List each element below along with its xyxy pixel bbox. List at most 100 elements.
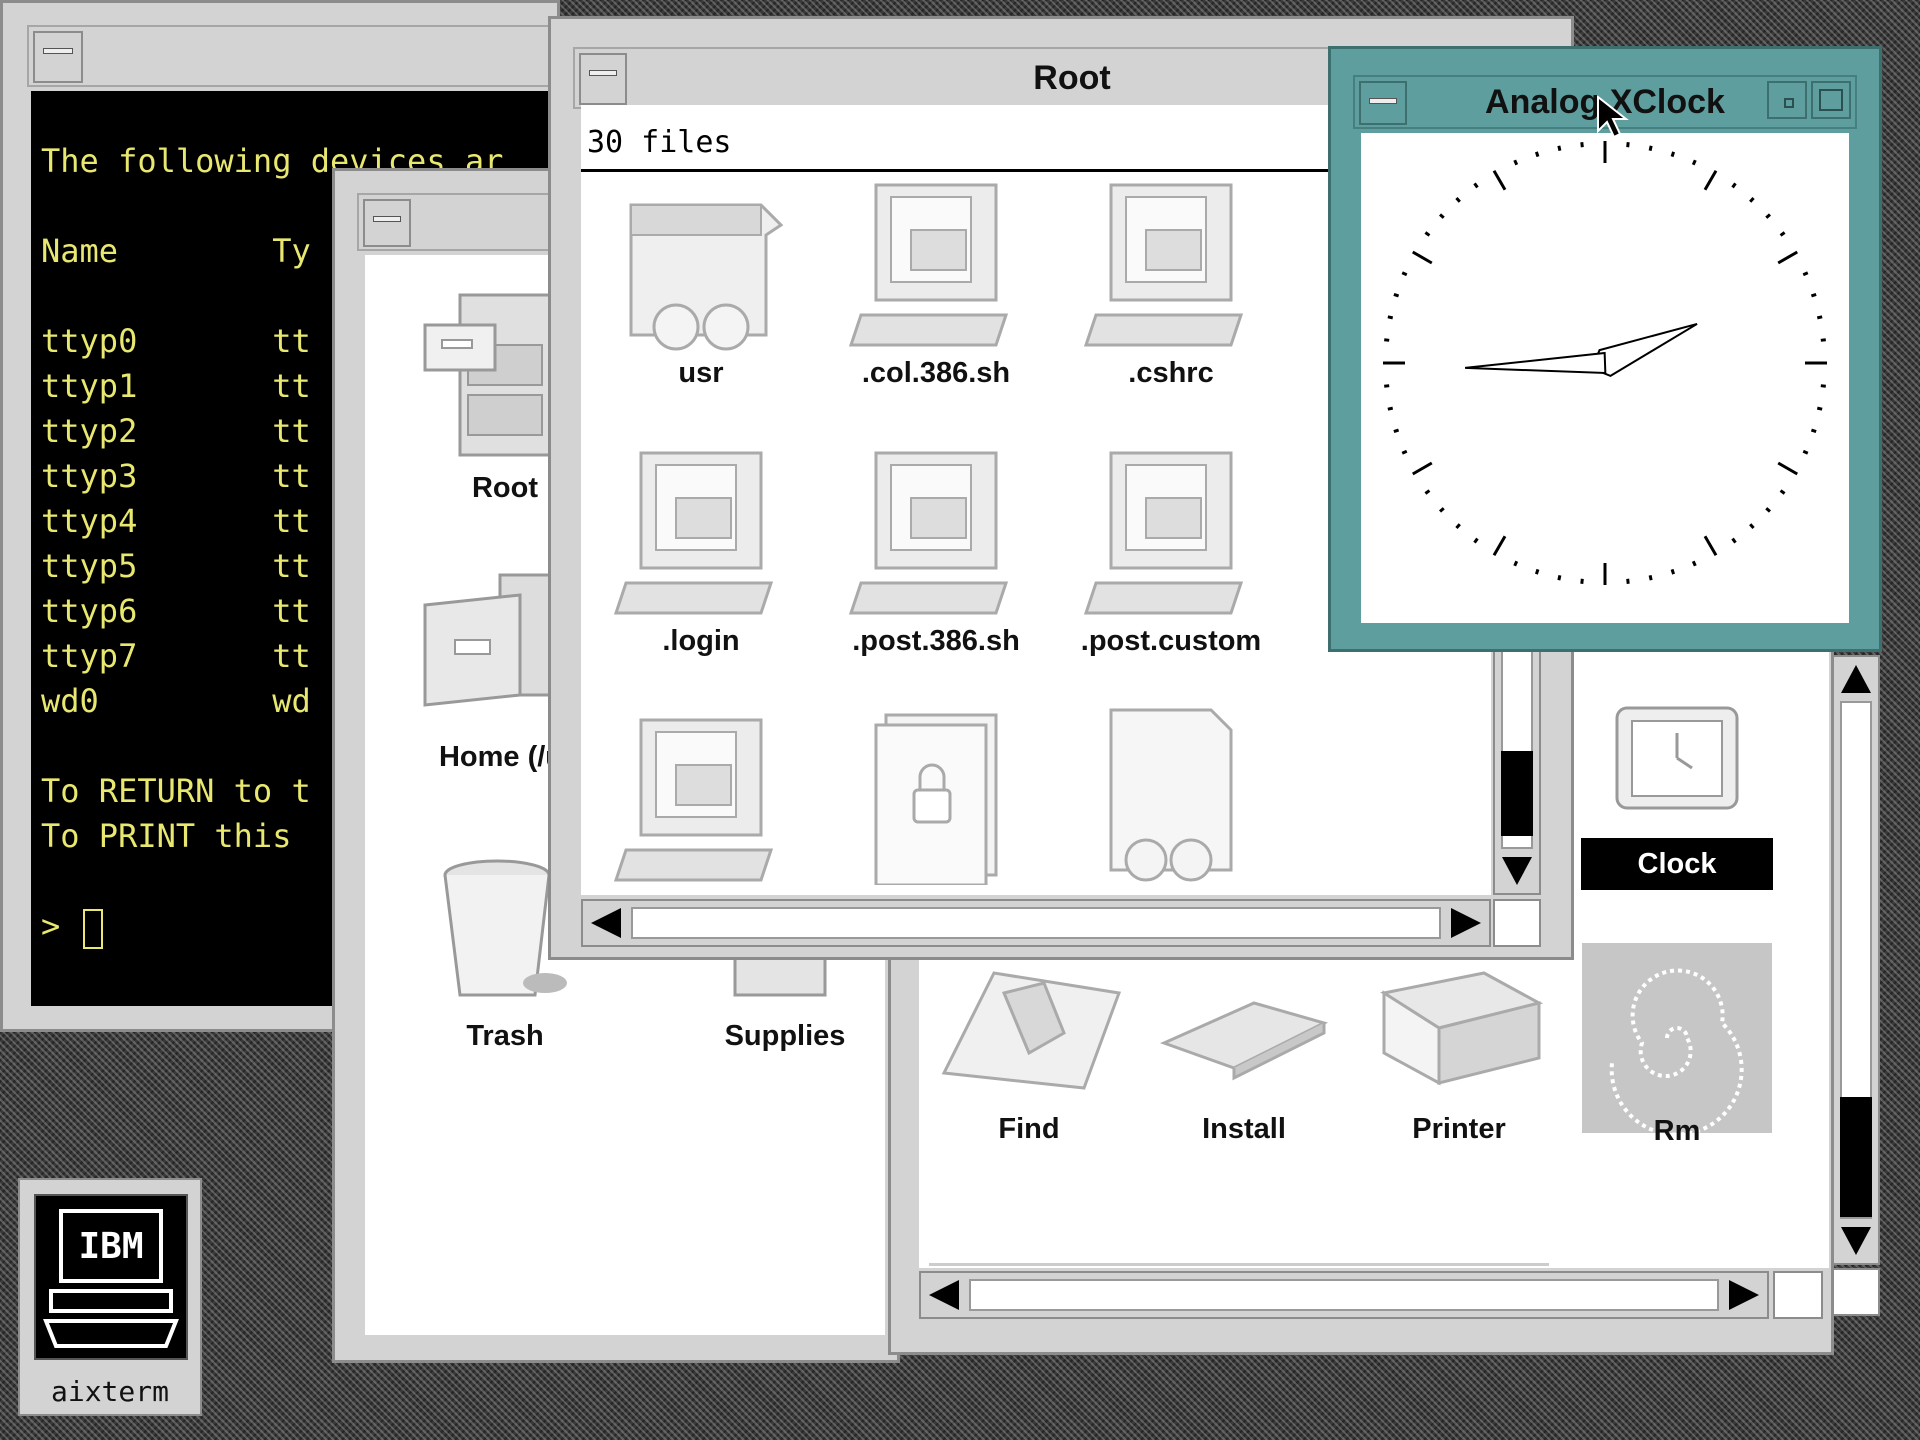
computer-file-icon xyxy=(848,183,1009,347)
root-icon-file7[interactable] xyxy=(591,710,811,895)
icon-label-selected: Clock xyxy=(1581,838,1773,890)
tools-icon-clock[interactable]: Clock xyxy=(1579,693,1775,893)
clock-window[interactable]: Analog XClock xyxy=(1328,46,1882,652)
clock-minute-tick xyxy=(1384,338,1390,342)
root-icon-post386[interactable]: .post.386.sh xyxy=(826,443,1046,673)
terminal-line: To RETURN to t xyxy=(41,772,311,810)
icon-label: usr xyxy=(678,357,724,389)
clock-minute-tick xyxy=(1648,574,1653,581)
root-icon-postcustom[interactable]: .post.custom xyxy=(1061,443,1281,673)
maximize-button[interactable] xyxy=(1811,81,1851,119)
clock-hour-tick xyxy=(1777,461,1799,476)
galaxy-icon xyxy=(1582,943,1772,1133)
clock-minute-tick xyxy=(1455,523,1461,529)
clock-minute-tick xyxy=(1455,197,1461,203)
clock-minute-tick xyxy=(1648,145,1653,152)
icon-label: Install xyxy=(1202,1113,1286,1145)
clock-minute-tick xyxy=(1802,449,1809,455)
terminal-line: To PRINT this xyxy=(41,817,292,855)
root-icon-cshrc[interactable]: .cshrc xyxy=(1061,175,1281,405)
root-icon-login[interactable]: .login xyxy=(591,443,811,673)
clock-minute-tick xyxy=(1387,406,1394,411)
clock-minute-tick xyxy=(1557,574,1562,581)
text-cursor xyxy=(83,909,103,949)
scroll-thumb[interactable] xyxy=(1501,751,1533,836)
window-menu-button[interactable] xyxy=(363,199,411,247)
clock-minute-tick xyxy=(1691,560,1697,567)
icon-label: Rm xyxy=(1653,1115,1701,1147)
clock-minute-tick xyxy=(1580,578,1584,584)
floppy-disk-icon xyxy=(1159,1001,1329,1081)
clock-minute-tick xyxy=(1439,507,1445,513)
scroll-down-arrow[interactable] xyxy=(1841,1227,1871,1255)
clock-hour-tick xyxy=(1411,461,1433,476)
icon-label: Find xyxy=(998,1113,1060,1145)
aixterm-icon: IBM xyxy=(34,1194,188,1360)
desktop-icon-aixterm[interactable]: IBM aixterm xyxy=(18,1178,202,1416)
scroll-trough[interactable] xyxy=(631,907,1441,939)
clock-icon xyxy=(1615,706,1739,810)
clock-minute-tick xyxy=(1401,449,1408,455)
clock-minute-tick xyxy=(1749,197,1755,203)
ibm-logo-text: IBM xyxy=(78,1226,143,1267)
icon-label: .col.386.sh xyxy=(861,357,1011,389)
scroll-right-arrow[interactable] xyxy=(1729,1280,1759,1310)
tools-icon-rm[interactable]: Rm xyxy=(1579,943,1775,1163)
scroll-right-arrow[interactable] xyxy=(1451,908,1481,938)
clock-minute-tick xyxy=(1580,142,1584,148)
root-horizontal-scrollbar[interactable] xyxy=(581,899,1491,947)
scroll-corner-button[interactable] xyxy=(1773,1271,1823,1319)
computer-file-icon xyxy=(1083,451,1244,615)
clock-minute-tick xyxy=(1765,507,1771,513)
scroll-up-arrow[interactable] xyxy=(1841,665,1871,693)
clock-minute-tick xyxy=(1731,537,1737,544)
minute-hand xyxy=(1464,351,1607,375)
tools-icon-find[interactable]: Find xyxy=(929,963,1129,1163)
mouse-pointer-icon xyxy=(1597,95,1629,139)
clock-minute-tick xyxy=(1779,231,1786,237)
hour-hand xyxy=(1590,322,1698,378)
clock-minute-tick xyxy=(1473,182,1479,189)
window-menu-button[interactable] xyxy=(579,53,627,105)
root-icon-usr[interactable]: usr xyxy=(591,175,811,405)
tools-icon-printer[interactable]: Printer xyxy=(1359,963,1559,1163)
scroll-thumb[interactable] xyxy=(1840,1097,1872,1217)
clock-minute-tick xyxy=(1779,489,1786,495)
document-glasses-icon xyxy=(1109,708,1233,882)
clock-hour-tick xyxy=(1703,535,1718,557)
tools-horizontal-scrollbar[interactable] xyxy=(919,1271,1769,1319)
clock-minute-tick xyxy=(1534,568,1540,575)
scroll-corner-button[interactable] xyxy=(1493,899,1541,947)
scroll-left-arrow[interactable] xyxy=(929,1280,959,1310)
scroll-left-arrow[interactable] xyxy=(591,908,621,938)
clock-hour-tick xyxy=(1492,169,1507,191)
scroll-trough[interactable] xyxy=(969,1279,1719,1311)
terminal-titlebar[interactable] xyxy=(27,25,557,87)
clock-minute-tick xyxy=(1626,142,1630,148)
root-icon-col386[interactable]: .col.386.sh xyxy=(826,175,1046,405)
tools-vertical-scrollbar[interactable] xyxy=(1832,655,1880,1265)
clock-minute-tick xyxy=(1816,315,1823,320)
clock-minute-tick xyxy=(1557,145,1562,152)
terminal-line: ttyp0 tt xyxy=(41,322,311,360)
clock-minute-tick xyxy=(1424,489,1431,495)
clock-face xyxy=(1361,133,1849,623)
window-menu-button[interactable] xyxy=(33,31,83,83)
window-menu-button[interactable] xyxy=(1359,81,1407,125)
partial-icon-row xyxy=(929,1263,1549,1268)
terminal-line: ttyp2 tt xyxy=(41,412,311,450)
icon-label: Root xyxy=(471,472,539,504)
clock-minute-tick xyxy=(1513,560,1519,567)
root-icon-document[interactable] xyxy=(1061,700,1281,890)
printer-icon xyxy=(1380,971,1544,1086)
terminal-line: ttyp6 tt xyxy=(41,592,311,630)
tools-icon-install[interactable]: Install xyxy=(1144,963,1344,1163)
clock-minute-tick xyxy=(1749,523,1755,529)
terminal-line: ttyp4 tt xyxy=(41,502,311,540)
scroll-corner-button[interactable] xyxy=(1832,1268,1880,1316)
analog-clock xyxy=(1383,141,1827,585)
root-icon-locked[interactable] xyxy=(826,705,1046,895)
scroll-down-arrow[interactable] xyxy=(1502,857,1532,885)
clock-hour-tick xyxy=(1492,535,1507,557)
minimize-button[interactable] xyxy=(1767,81,1807,119)
